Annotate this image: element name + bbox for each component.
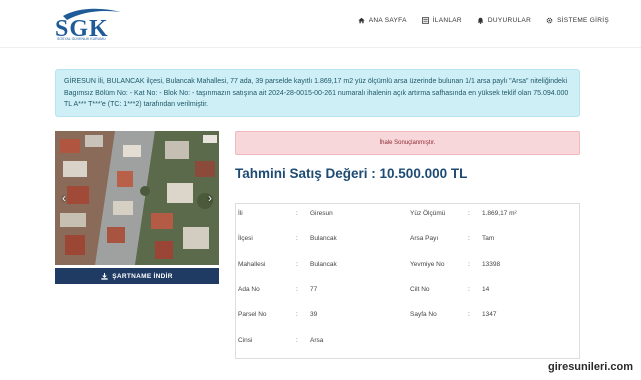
detail-label: Yüz Ölçümü [410,210,446,217]
estimated-sale-value: Tahmini Satış Değeri : 10.500.000 TL [235,166,468,181]
separator: : [468,311,470,318]
detail-value: 39 [310,311,318,318]
auction-result-info: GİRESUN İli, BULANCAK ilçesi, Bulancak M… [55,69,580,117]
list-icon [421,17,429,24]
detail-label: Ada No [238,286,260,293]
download-icon [101,272,108,280]
detail-label: Sayfa No [410,311,437,318]
detail-value: Arsa [310,337,324,344]
separator: : [468,235,470,242]
separator: : [296,210,298,217]
detail-value: Bulancak [310,261,337,268]
specification-download-button[interactable]: ŞARTNAME İNDİR [55,268,219,284]
nav-home-label: ANA SAYFA [368,17,407,24]
nav-listings[interactable]: İLANLAR [421,17,462,24]
sgk-logo[interactable]: SGK SOSYAL GÜVENLİK KURUMU [55,8,125,46]
detail-label: Arsa Payı [410,235,439,242]
detail-label: Mahallesi [238,261,266,268]
detail-value: 77 [310,286,318,293]
separator: : [296,286,298,293]
property-details-table: İli : Giresun Yüz Ölçümü : 1.869,17 m² İ… [235,203,580,359]
separator: : [296,235,298,242]
photo-prev-arrow[interactable]: ‹ [59,191,69,205]
separator: : [296,311,298,318]
detail-value: 14 [482,286,490,293]
download-label: ŞARTNAME İNDİR [112,272,173,280]
nav-login-label: SİSTEME GİRİŞ [557,17,609,24]
bell-icon [477,17,484,24]
detail-value: 1.869,17 m² [482,210,517,217]
detail-label: Yevmiye No [410,261,445,268]
detail-label: Parsel No [238,311,267,318]
detail-label: Cilt No [410,286,430,293]
nav-login[interactable]: SİSTEME GİRİŞ [546,17,609,24]
nav-listings-label: İLANLAR [432,17,462,24]
detail-label: İlçesi [238,235,253,242]
separator: : [296,337,298,344]
gear-icon [546,17,553,24]
detail-value: Tam [482,235,495,242]
main-nav: ANA SAYFA İLANLAR DUYURULAR SİSTEME GİRİ… [358,17,609,24]
watermark-logo: giresunileri.com [548,361,633,373]
separator: : [468,286,470,293]
home-icon [358,17,365,24]
separator: : [468,210,470,217]
property-photo[interactable]: ‹ › [55,131,219,265]
detail-value: 13398 [482,261,501,268]
auction-completed-alert: İhale Sonuçlanmıştır. [235,131,580,155]
site-header: SGK SOSYAL GÜVENLİK KURUMU ANA SAYFA İLA… [0,0,641,48]
nav-home[interactable]: ANA SAYFA [358,17,407,24]
detail-value: 1347 [482,311,497,318]
detail-value: Giresun [310,210,333,217]
nav-announcements[interactable]: DUYURULAR [477,17,531,24]
detail-label: Cinsi [238,337,253,344]
photo-next-arrow[interactable]: › [205,191,215,205]
logo-subtitle: SOSYAL GÜVENLİK KURUMU [57,37,106,41]
separator: : [468,261,470,268]
detail-value: Bulancak [310,235,337,242]
nav-announcements-label: DUYURULAR [487,17,532,24]
aerial-image [55,131,219,265]
separator: : [296,261,298,268]
detail-label: İli [238,210,243,217]
